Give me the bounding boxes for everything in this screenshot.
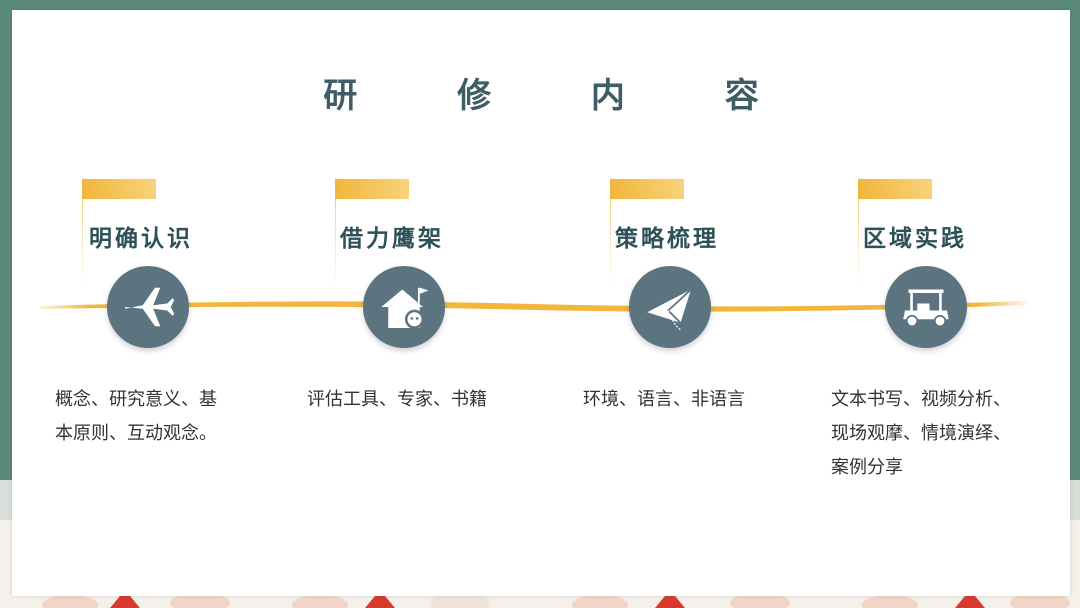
- stage-title: 区域实践: [863, 226, 967, 252]
- airplane-icon: [107, 266, 189, 348]
- stage-title: 借力鹰架: [340, 226, 444, 252]
- description-line: 评估工具、专家、书籍: [307, 389, 487, 410]
- slide-card: 研 修 内 容 明确认识 概念、研究意义、基 本原则、互动观念。 借力鹰架 评估…: [12, 10, 1070, 596]
- paper-plane-icon: [629, 266, 711, 348]
- description-line: 文本书写、视频分析、: [831, 389, 1011, 410]
- flag-marker: [610, 179, 684, 199]
- house-with-flag-icon: [363, 266, 445, 348]
- stage-description: 文本书写、视频分析、 现场观摩、情境演绎、 案例分享: [831, 383, 1046, 485]
- stage-description: 评估工具、专家、书籍: [307, 383, 522, 417]
- description-line: 概念、研究意义、基: [55, 389, 217, 410]
- golf-cart-icon: [885, 266, 967, 348]
- timeline: 明确认识 概念、研究意义、基 本原则、互动观念。 借力鹰架 评估工具、专家、书籍…: [12, 10, 1070, 596]
- stage-title: 策略梳理: [615, 226, 719, 252]
- flag-marker: [858, 179, 932, 199]
- description-line: 现场观摩、情境演绎、: [831, 423, 1011, 444]
- stage-title: 明确认识: [89, 226, 193, 252]
- stage-description: 环境、语言、非语言: [583, 383, 798, 417]
- stage-description: 概念、研究意义、基 本原则、互动观念。: [55, 383, 270, 451]
- description-line: 本原则、互动观念。: [55, 423, 217, 444]
- description-line: 环境、语言、非语言: [583, 389, 745, 410]
- flag-marker: [82, 179, 156, 199]
- flag-marker: [335, 179, 409, 199]
- description-line: 案例分享: [831, 457, 903, 478]
